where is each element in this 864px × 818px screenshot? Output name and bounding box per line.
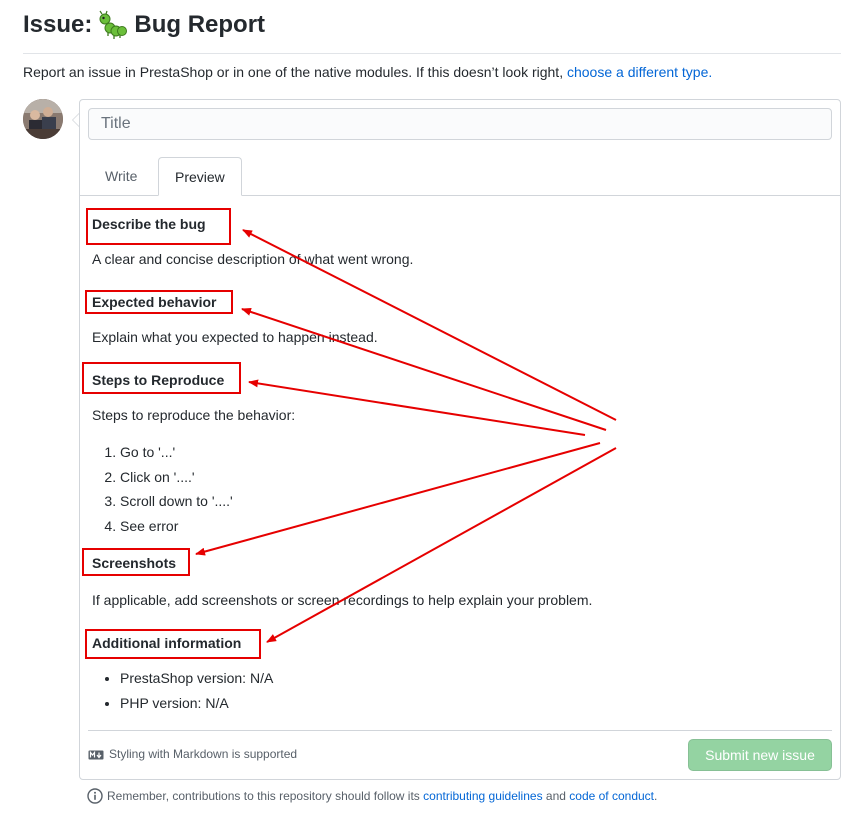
intro-text: Report an issue in PrestaShop or in one … — [23, 64, 712, 80]
screenshots-text: If applicable, add screenshots or screen… — [92, 592, 593, 608]
title-divider — [23, 53, 841, 54]
issue-title-input[interactable] — [88, 108, 832, 140]
title-prefix: Issue: — [23, 11, 93, 38]
list-item: Scroll down to '....' — [120, 489, 233, 514]
page-title: Issue: Bug Report — [23, 10, 265, 40]
issue-type-title: Bug Report — [134, 11, 266, 38]
intro-description: Report an issue in PrestaShop or in one … — [23, 64, 567, 80]
list-item: See error — [120, 514, 233, 539]
list-item: PrestaShop version: N/A — [120, 666, 273, 691]
and-text: and — [542, 789, 570, 803]
highlight-steps — [82, 362, 241, 394]
bug-icon — [98, 10, 128, 40]
highlight-screenshots — [82, 548, 190, 576]
highlight-describe — [86, 208, 231, 245]
info-icon — [87, 788, 103, 804]
contribution-reminder: Remember, contributions to this reposito… — [87, 788, 657, 804]
additional-list: PrestaShop version: N/A PHP version: N/A — [92, 666, 273, 715]
markdown-note[interactable]: Styling with Markdown is supported — [88, 747, 297, 761]
list-item: PHP version: N/A — [120, 691, 273, 716]
footer-divider — [88, 730, 832, 731]
remember-text: Remember, contributions to this reposito… — [107, 789, 424, 803]
new-issue-form: Write Preview Describe the bug A clear a… — [79, 99, 841, 780]
choose-type-link[interactable]: choose a different type. — [567, 64, 712, 80]
highlight-expected — [85, 290, 233, 314]
preview-content: Describe the bug A clear and concise des… — [80, 100, 840, 779]
end-text: . — [654, 789, 658, 803]
avatar[interactable] — [23, 99, 63, 139]
tab-write[interactable]: Write — [89, 157, 153, 196]
describe-text: A clear and concise description of what … — [92, 251, 414, 267]
steps-text: Steps to reproduce the behavior: — [92, 407, 296, 423]
tab-preview[interactable]: Preview — [158, 157, 242, 196]
list-item: Go to '...' — [120, 440, 233, 465]
markdown-note-label: Styling with Markdown is supported — [109, 747, 298, 761]
steps-list: Go to '...' Click on '....' Scroll down … — [92, 440, 233, 538]
highlight-additional — [85, 629, 261, 659]
code-of-conduct-link[interactable]: code of conduct — [569, 789, 654, 803]
list-item: Click on '....' — [120, 465, 233, 490]
markdown-icon — [88, 749, 104, 760]
contributing-guidelines-link[interactable]: contributing guidelines — [423, 789, 542, 803]
expected-text: Explain what you expected to happen inst… — [92, 329, 378, 345]
submit-new-issue-button[interactable]: Submit new issue — [688, 739, 832, 771]
